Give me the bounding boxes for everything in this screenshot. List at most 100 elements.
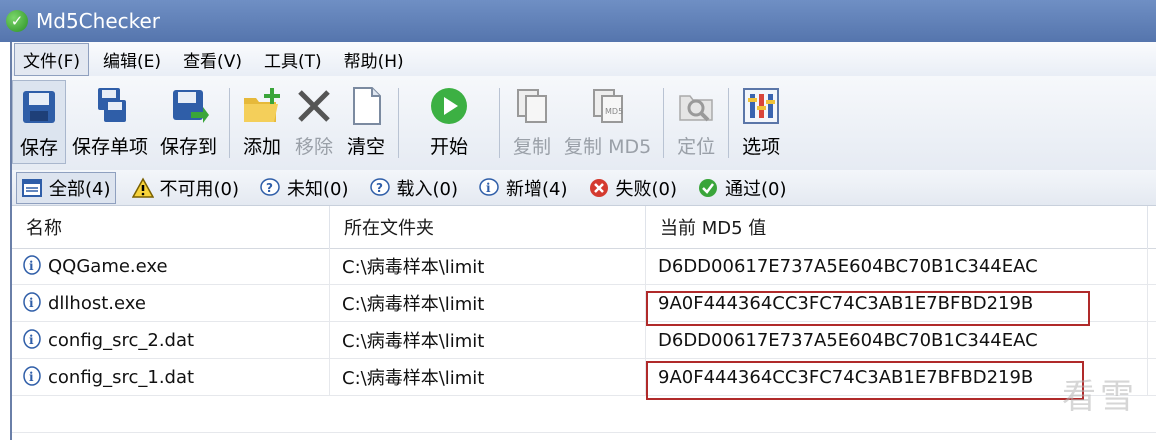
toolbar-separator xyxy=(663,88,665,158)
start-label: 开始 xyxy=(430,136,469,158)
filter-new-label: 新增(4) xyxy=(506,178,568,200)
check-circle-icon xyxy=(699,178,717,197)
save-label: 保存 xyxy=(19,137,58,159)
table-body: i QQGame.exe C:\病毒样本\limit D6DD00617E737… xyxy=(12,248,1156,433)
svg-text:i: i xyxy=(486,181,491,195)
save-button[interactable]: 保存 xyxy=(12,80,66,164)
table-row[interactable]: i config_src_2.dat C:\病毒样本\limit D6DD006… xyxy=(12,322,1156,359)
file-folder: C:\病毒样本\limit xyxy=(330,359,646,395)
info-download-icon: i xyxy=(23,366,41,386)
add-label: 添加 xyxy=(243,136,282,158)
svg-text:?: ? xyxy=(266,181,273,195)
menu-bar: 文件(F) 编辑(E) 查看(V) 工具(T) 帮助(H) xyxy=(12,42,1156,76)
question-bubble-icon: ? xyxy=(260,177,280,196)
toolbar: 保存 保存单项 保存到 添加 移除 清空 开始 复制 MD5 复制 MD5 定位… xyxy=(12,76,1156,170)
file-md5: D6DD00617E737A5E604BC70B1C344EAC xyxy=(646,248,1148,284)
table-row-empty xyxy=(12,396,1156,433)
error-x-icon xyxy=(589,178,608,197)
file-name: dllhost.exe xyxy=(48,292,146,314)
floppy-disk-icon xyxy=(23,91,55,123)
filter-unavailable[interactable]: 不可用(0) xyxy=(128,173,244,203)
filter-passed-label: 通过(0) xyxy=(725,178,787,200)
clear-button[interactable]: 清空 xyxy=(340,80,392,164)
toolbar-separator xyxy=(229,88,231,158)
x-remove-icon xyxy=(298,90,330,122)
file-name: config_src_2.dat xyxy=(48,329,195,351)
locate-button[interactable]: 定位 xyxy=(670,80,722,164)
options-button[interactable]: 选项 xyxy=(735,80,787,164)
folder-add-icon xyxy=(244,88,281,122)
svg-text:i: i xyxy=(29,259,34,273)
remove-button[interactable]: 移除 xyxy=(288,80,340,164)
table-row[interactable]: i QQGame.exe C:\病毒样本\limit D6DD00617E737… xyxy=(12,248,1156,285)
filter-all-label: 全部(4) xyxy=(49,178,111,200)
question-bubble-icon: ? xyxy=(369,177,390,196)
info-download-icon: i xyxy=(23,329,41,349)
svg-text:i: i xyxy=(29,370,34,384)
file-folder: C:\病毒样本\limit xyxy=(330,322,646,358)
filter-new[interactable]: i 新增(4) xyxy=(474,173,572,203)
copy-label: 复制 xyxy=(513,136,552,158)
menu-file[interactable]: 文件(F) xyxy=(14,42,90,76)
floppy-disk-multi-icon xyxy=(98,88,126,122)
warning-triangle-icon xyxy=(131,176,154,198)
calendar-list-icon xyxy=(22,178,42,197)
toolbar-separator xyxy=(398,88,400,158)
info-icon: i xyxy=(479,177,499,196)
remove-label: 移除 xyxy=(295,136,334,158)
copy-md5-icon: MD5 xyxy=(592,89,623,123)
copy-md5-label: 复制 MD5 xyxy=(564,136,652,158)
svg-text:MD5: MD5 xyxy=(605,107,623,116)
toolbar-separator xyxy=(728,88,730,158)
svg-text:i: i xyxy=(29,296,34,310)
column-header-md5[interactable]: 当前 MD5 值 xyxy=(646,206,1148,248)
copy-md5-button[interactable]: MD5 复制 MD5 xyxy=(558,80,657,164)
info-download-icon: i xyxy=(23,255,41,275)
file-folder: C:\病毒样本\limit xyxy=(330,248,646,284)
main-window: 文件(F) 编辑(E) 查看(V) 工具(T) 帮助(H) 保存 保存单项 保存… xyxy=(10,42,1156,440)
window-title: Md5Checker xyxy=(36,9,161,33)
title-bar: ✓ Md5Checker xyxy=(0,0,1156,42)
filter-bar: 全部(4) 不可用(0) ? 未知(0) ? 载入(0) i 新增(4) 失败(… xyxy=(12,170,1156,206)
file-folder: C:\病毒样本\limit xyxy=(330,285,646,321)
filter-loaded-label: 载入(0) xyxy=(396,178,459,200)
options-label: 选项 xyxy=(742,136,781,158)
menu-tools[interactable]: 工具(T) xyxy=(256,44,330,75)
file-md5: D6DD00617E737A5E604BC70B1C344EAC xyxy=(646,322,1148,358)
filter-all[interactable]: 全部(4) xyxy=(16,171,116,204)
column-header-name[interactable]: 名称 xyxy=(12,206,330,248)
save-item-button[interactable]: 保存单项 xyxy=(66,80,154,164)
start-button[interactable]: 开始 xyxy=(405,80,493,164)
add-button[interactable]: 添加 xyxy=(236,80,288,164)
menu-view[interactable]: 查看(V) xyxy=(175,44,250,75)
info-download-icon: i xyxy=(23,292,41,312)
sliders-options-icon xyxy=(743,88,780,124)
table-header: 名称 所在文件夹 当前 MD5 值 xyxy=(12,206,1156,249)
file-name: config_src_1.dat xyxy=(48,366,195,388)
svg-text:?: ? xyxy=(376,181,383,195)
filter-failed[interactable]: 失败(0) xyxy=(584,173,682,203)
copy-icon xyxy=(517,89,548,123)
file-list-table: 名称 所在文件夹 当前 MD5 值 i QQGame.exe C:\病毒样本\l… xyxy=(12,206,1156,440)
column-header-folder[interactable]: 所在文件夹 xyxy=(330,206,646,248)
filter-unknown[interactable]: ? 未知(0) xyxy=(255,173,353,203)
svg-text:i: i xyxy=(29,333,34,347)
save-to-label: 保存到 xyxy=(160,136,218,158)
filter-loaded[interactable]: ? 载入(0) xyxy=(365,173,463,203)
save-item-label: 保存单项 xyxy=(72,136,149,158)
copy-button[interactable]: 复制 xyxy=(506,80,558,164)
menu-help[interactable]: 帮助(H) xyxy=(336,44,412,75)
md5-highlight-box xyxy=(646,361,1084,400)
filter-passed[interactable]: 通过(0) xyxy=(693,173,791,203)
filter-failed-label: 失败(0) xyxy=(615,178,678,200)
toolbar-separator xyxy=(499,88,501,158)
magnifier-locate-icon xyxy=(679,95,713,122)
locate-label: 定位 xyxy=(677,136,716,158)
blank-page-icon xyxy=(353,87,382,125)
save-to-button[interactable]: 保存到 xyxy=(154,80,223,164)
play-icon xyxy=(431,88,468,124)
watermark-logo: 看雪 xyxy=(1062,377,1138,417)
md5-highlight-box xyxy=(646,291,1090,326)
menu-edit[interactable]: 编辑(E) xyxy=(95,44,169,75)
floppy-disk-arrow-icon xyxy=(172,90,209,123)
